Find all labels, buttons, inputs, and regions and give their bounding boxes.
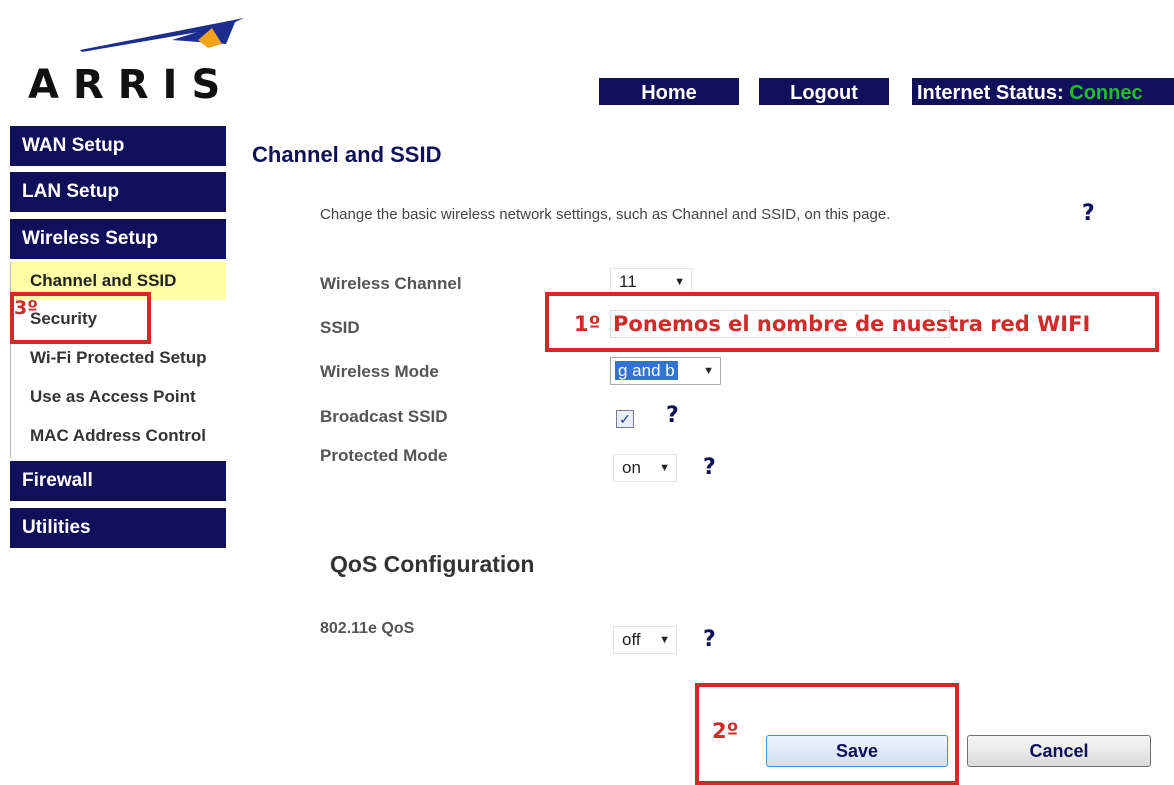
arris-swoosh-icon (80, 18, 244, 52)
sidebar-item-wireless-setup[interactable]: Wireless Setup (10, 219, 226, 259)
help-icon[interactable]: ? (1082, 201, 1095, 226)
sidebar-item-wan-setup[interactable]: WAN Setup (10, 126, 226, 166)
home-button[interactable]: Home (599, 78, 739, 105)
annotation-step2-number: 2º (712, 719, 739, 743)
sidebar-item-lan-setup[interactable]: LAN Setup (10, 172, 226, 212)
protected-mode-select[interactable]: on ▼ (613, 454, 677, 482)
sidebar-subitem-mac-address-control[interactable]: MAC Address Control (10, 417, 226, 455)
help-icon[interactable]: ? (703, 455, 716, 480)
internet-status-value: Connec (1069, 82, 1143, 104)
annotation-step1-number: 1º (574, 312, 601, 336)
qos-section-title: QoS Configuration (330, 551, 535, 577)
annotation-step1-text: Ponemos el nombre de nuestra red WIFI (613, 312, 1091, 336)
qos-select[interactable]: off ▼ (613, 626, 677, 654)
qos-value: off (622, 630, 641, 649)
sidebar-item-firewall[interactable]: Firewall (10, 461, 226, 501)
cancel-button[interactable]: Cancel (967, 735, 1151, 767)
ssid-label: SSID (320, 318, 360, 337)
protected-mode-value: on (622, 458, 641, 477)
wireless-mode-select[interactable]: g and b ▼ (610, 357, 721, 385)
arris-logo: ARRIS (22, 18, 252, 108)
sidebar-item-utilities[interactable]: Utilities (10, 508, 226, 548)
chevron-down-icon: ▼ (703, 365, 714, 377)
help-icon[interactable]: ? (666, 403, 679, 428)
logo-text: ARRIS (28, 62, 235, 108)
protected-mode-label: Protected Mode (320, 446, 448, 465)
broadcast-ssid-label: Broadcast SSID (320, 407, 448, 426)
intro-text: Change the basic wireless network settin… (320, 206, 891, 223)
help-icon[interactable]: ? (703, 627, 716, 652)
annotation-step3-number: 3º (14, 297, 38, 319)
sidebar-subitem-access-point[interactable]: Use as Access Point (10, 378, 226, 416)
sidebar-subitem-wifi-protected-setup[interactable]: Wi-Fi Protected Setup (10, 339, 226, 377)
broadcast-ssid-checkbox[interactable]: ✓ (616, 410, 634, 428)
internet-status-bar: Internet Status: Connec (912, 78, 1174, 105)
chevron-down-icon: ▼ (659, 634, 670, 646)
internet-status-label: Internet Status: (917, 82, 1064, 104)
wireless-channel-value: 11 (619, 272, 637, 291)
wireless-mode-value: g and b (615, 361, 678, 380)
page-title: Channel and SSID (252, 142, 442, 167)
logout-button[interactable]: Logout (759, 78, 889, 105)
qos-label: 802.11e QoS (320, 620, 415, 637)
wireless-channel-label: Wireless Channel (320, 274, 462, 293)
chevron-down-icon: ▼ (659, 462, 670, 474)
wireless-mode-label: Wireless Mode (320, 362, 439, 381)
